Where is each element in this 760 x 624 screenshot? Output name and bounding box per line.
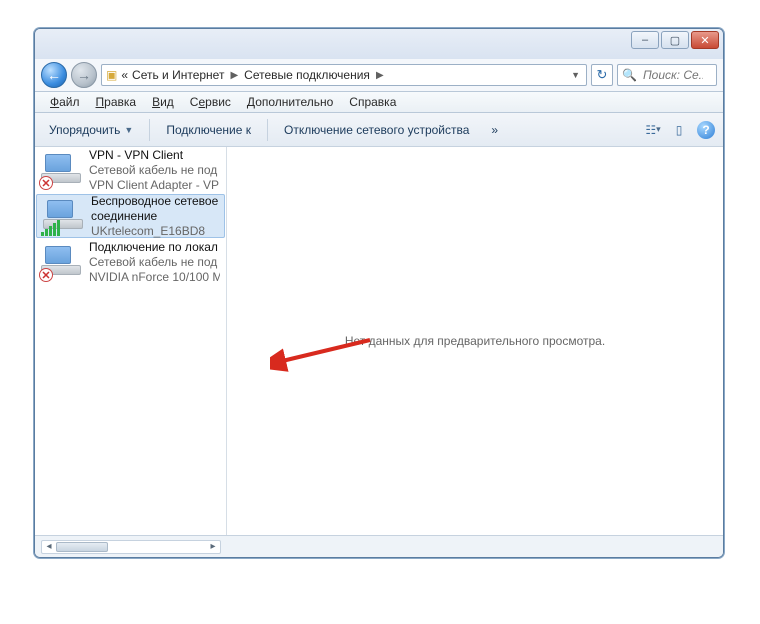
organize-label: Упорядочить: [49, 123, 120, 137]
list-item-text: VPN - VPN Client Сетевой кабель не под V…: [89, 148, 219, 193]
menubar: ФФайлайл Правка Вид Сервис Дополнительно…: [35, 91, 723, 113]
connection-list: ✕ VPN - VPN Client Сетевой кабель не под…: [35, 147, 227, 535]
arrow-left-icon: ←: [47, 67, 61, 83]
network-adapter-icon: ✕: [41, 244, 83, 280]
chevron-down-icon: ▼: [124, 125, 133, 135]
breadcrumb-item[interactable]: Сетевые подключения: [244, 68, 370, 82]
list-item-selected[interactable]: Беспроводное сетевое соединение UKrtelec…: [36, 194, 225, 238]
maximize-button[interactable]: ▢: [661, 31, 689, 49]
scroll-right-icon[interactable]: ▸: [206, 541, 220, 553]
connect-button[interactable]: Подключение к: [160, 119, 257, 141]
refresh-icon: ↻: [597, 67, 608, 83]
forward-button[interactable]: →: [71, 62, 97, 88]
menu-edit[interactable]: Правка: [89, 93, 144, 111]
chevron-down-icon[interactable]: ▼: [571, 70, 580, 80]
scroll-left-icon[interactable]: ◂: [42, 541, 56, 553]
disable-device-button[interactable]: Отключение сетевого устройства: [278, 119, 475, 141]
menu-advanced[interactable]: Дополнительно: [240, 93, 340, 111]
list-item-text: Беспроводное сетевое соединение UKrtelec…: [91, 194, 218, 239]
arrow-right-icon: →: [77, 67, 91, 83]
chevron-down-icon: ▾: [656, 124, 661, 135]
breadcrumb-prefix: «: [121, 68, 128, 82]
minimize-button[interactable]: –: [631, 31, 659, 49]
refresh-button[interactable]: ↻: [591, 64, 613, 86]
breadcrumb-item[interactable]: Сеть и Интернет: [132, 68, 224, 82]
preview-pane: Нет данных для предварительного просмотр…: [227, 147, 723, 535]
menu-view[interactable]: Вид: [145, 93, 181, 111]
list-item[interactable]: ✕ Подключение по локал Сетевой кабель не…: [35, 239, 226, 285]
search-input[interactable]: [641, 67, 705, 83]
back-button[interactable]: ←: [41, 62, 67, 88]
list-item[interactable]: ✕ VPN - VPN Client Сетевой кабель не под…: [35, 147, 226, 193]
toolbar-separator: [267, 119, 268, 141]
chevron-right-icon[interactable]: ▶: [228, 70, 240, 81]
network-adapter-icon: ✕: [41, 152, 83, 188]
signal-bars-icon: [41, 220, 60, 236]
help-icon: ?: [702, 123, 709, 137]
folder-icon: ▣: [106, 68, 117, 82]
horizontal-scrollbar[interactable]: ◂ ▸: [41, 540, 221, 554]
address-bar[interactable]: ▣ « Сеть и Интернет ▶ Сетевые подключени…: [101, 64, 587, 86]
menu-help[interactable]: Справка: [342, 93, 403, 111]
toolbar-separator: [149, 119, 150, 141]
organize-button[interactable]: Упорядочить ▼: [43, 119, 139, 141]
search-icon: 🔍: [622, 68, 637, 82]
close-button[interactable]: ✕: [691, 31, 719, 49]
menu-file[interactable]: ФФайлайл: [43, 93, 87, 111]
preview-empty-text: Нет данных для предварительного просмотр…: [345, 334, 605, 348]
network-adapter-icon: [43, 198, 85, 234]
help-button[interactable]: ?: [697, 121, 715, 139]
search-box[interactable]: 🔍: [617, 64, 717, 86]
view-icon: ☷: [645, 123, 656, 137]
list-item-text: Подключение по локал Сетевой кабель не п…: [89, 240, 220, 285]
titlebar: – ▢ ✕: [35, 29, 723, 59]
toolbar: Упорядочить ▼ Подключение к Отключение с…: [35, 113, 723, 147]
menu-tools[interactable]: Сервис: [183, 93, 238, 111]
toolbar-overflow-button[interactable]: »: [485, 119, 504, 141]
error-x-icon: ✕: [39, 268, 53, 282]
content-area: ✕ VPN - VPN Client Сетевой кабель не под…: [35, 147, 723, 535]
view-mode-button[interactable]: ☷ ▾: [645, 122, 661, 138]
scrollbar-thumb[interactable]: [56, 542, 108, 552]
preview-pane-button[interactable]: ▯: [671, 122, 687, 138]
chevron-right-icon[interactable]: ▶: [374, 70, 386, 81]
panel-icon: ▯: [676, 123, 683, 137]
nav-bar: ← → ▣ « Сеть и Интернет ▶ Сетевые подклю…: [35, 59, 723, 91]
error-x-icon: ✕: [39, 176, 53, 190]
explorer-window: – ▢ ✕ ← → ▣ « Сеть и Интернет ▶ Сетевые …: [34, 28, 724, 558]
statusbar: ◂ ▸: [35, 535, 723, 557]
